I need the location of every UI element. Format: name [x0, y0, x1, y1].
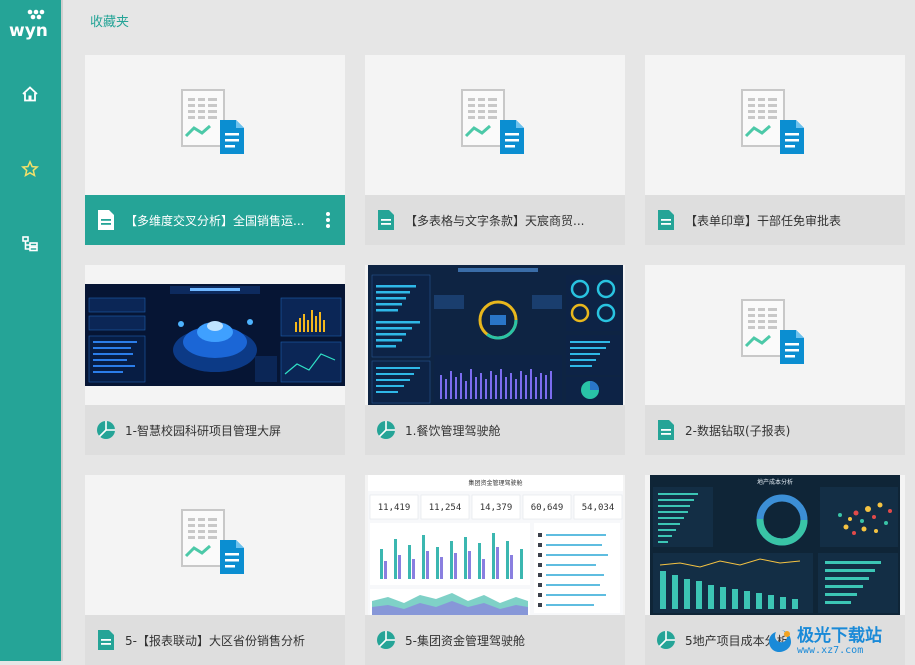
card-caption: 5-集团资金管理驾驶舱 [365, 615, 625, 665]
finance-dashboard-title: 集团资金管理驾驶舱 [468, 480, 523, 487]
dashboard-preview-image: 地产成本分析 [650, 475, 900, 615]
card-title: 【表单印章】干部任免审批表 [685, 213, 842, 228]
card-caption: 1-智慧校园科研项目管理大屏 [85, 405, 345, 455]
report-icon [376, 209, 396, 231]
dot-icon [326, 218, 330, 222]
card-caption: 1.餐饮管理驾驶舱 [365, 405, 625, 455]
card-thumbnail [645, 265, 905, 405]
card-thumbnail [365, 55, 625, 195]
dashboard-icon [376, 629, 396, 651]
sidebar: wyn [0, 0, 63, 661]
dashboard-icon [376, 419, 396, 441]
report-placeholder-icon [460, 88, 526, 160]
report-icon [96, 209, 116, 231]
dashboard-preview-image: 集团资金管理驾驶舱 11,419 11,254 14,379 60,649 54… [368, 475, 623, 615]
report-placeholder-icon [180, 508, 246, 580]
favorite-card[interactable]: 集团资金管理驾驶舱 11,419 11,254 14,379 60,649 54… [365, 475, 625, 665]
star-icon [21, 160, 39, 178]
card-thumbnail [85, 55, 345, 195]
favorite-card[interactable]: 2-数据钻取(子报表) [645, 265, 905, 455]
sidebar-item-catalog[interactable] [17, 231, 43, 257]
card-thumbnail: 集团资金管理驾驶舱 11,419 11,254 14,379 60,649 54… [365, 475, 625, 615]
report-placeholder-icon [180, 88, 246, 160]
card-caption: 【多表格与文字条款】天宸商贸... [365, 195, 625, 245]
dot-icon [326, 224, 330, 228]
card-title: 5-【报表联动】大区省份销售分析 [125, 633, 305, 648]
favorite-card[interactable]: 【多维度交叉分析】全国销售运... [85, 55, 345, 245]
realestate-dashboard-title: 地产成本分析 [756, 479, 793, 486]
card-thumbnail [645, 55, 905, 195]
card-caption: 2-数据钻取(子报表) [645, 405, 905, 455]
watermark-logo-icon [769, 630, 791, 652]
report-placeholder-icon [740, 88, 806, 160]
card-caption: 5-【报表联动】大区省份销售分析 [85, 615, 345, 665]
favorite-card[interactable]: 1.餐饮管理驾驶舱 [365, 265, 625, 455]
card-title: 【多表格与文字条款】天宸商贸... [405, 213, 585, 228]
card-thumbnail [365, 265, 625, 405]
favorite-card[interactable]: 5-【报表联动】大区省份销售分析 [85, 475, 345, 665]
card-thumbnail [85, 475, 345, 615]
card-title: 1.餐饮管理驾驶舱 [405, 423, 501, 438]
dashboard-icon [656, 629, 676, 651]
dot-icon [326, 212, 330, 216]
kpi-value: 11,254 [428, 503, 462, 513]
report-icon [656, 209, 676, 231]
report-icon [656, 419, 676, 441]
favorite-card[interactable]: 【表单印章】干部任免审批表 [645, 55, 905, 245]
card-caption: 【表单印章】干部任免审批表 [645, 195, 905, 245]
card-thumbnail: 地产成本分析 [645, 475, 905, 615]
watermark-url: www.xz7.com [797, 644, 864, 656]
watermark-text: 极光下载站 [797, 625, 882, 646]
card-title: 2-数据钻取(子报表) [685, 423, 791, 438]
report-placeholder-icon [740, 298, 806, 370]
kpi-value: 11,419 [377, 503, 411, 513]
card-title: 1-智慧校园科研项目管理大屏 [125, 423, 281, 438]
report-icon [96, 629, 116, 651]
home-icon [22, 86, 38, 102]
kpi-value: 14,379 [479, 503, 513, 513]
card-title: 【多维度交叉分析】全国销售运... [125, 213, 305, 228]
main-content: 收藏夹 【多维度交叉分析】全国销售运... 【多表格与文字条款】天宸商贸... … [63, 0, 915, 665]
card-caption: 【多维度交叉分析】全国销售运... [85, 195, 345, 245]
kpi-value: 54,034 [581, 503, 615, 513]
favorite-card[interactable]: 【多表格与文字条款】天宸商贸... [365, 55, 625, 245]
svg-text:wyn: wyn [9, 21, 48, 40]
watermark: 极光下载站 www.xz7.com [767, 625, 907, 657]
dashboard-preview-image [85, 284, 345, 386]
dashboard-preview-image [368, 265, 623, 405]
wyn-logo[interactable]: wyn [7, 8, 53, 41]
kpi-value: 60,649 [530, 503, 564, 513]
card-title: 5-集团资金管理驾驶舱 [405, 633, 525, 648]
favorite-card[interactable]: 1-智慧校园科研项目管理大屏 [85, 265, 345, 455]
card-thumbnail [85, 265, 345, 405]
dashboard-icon [96, 419, 116, 441]
more-options-button[interactable] [325, 212, 331, 230]
page-title: 收藏夹 [90, 15, 130, 30]
tree-icon [22, 236, 38, 252]
sidebar-item-favorites[interactable] [17, 156, 43, 182]
sidebar-item-home[interactable] [17, 81, 43, 107]
